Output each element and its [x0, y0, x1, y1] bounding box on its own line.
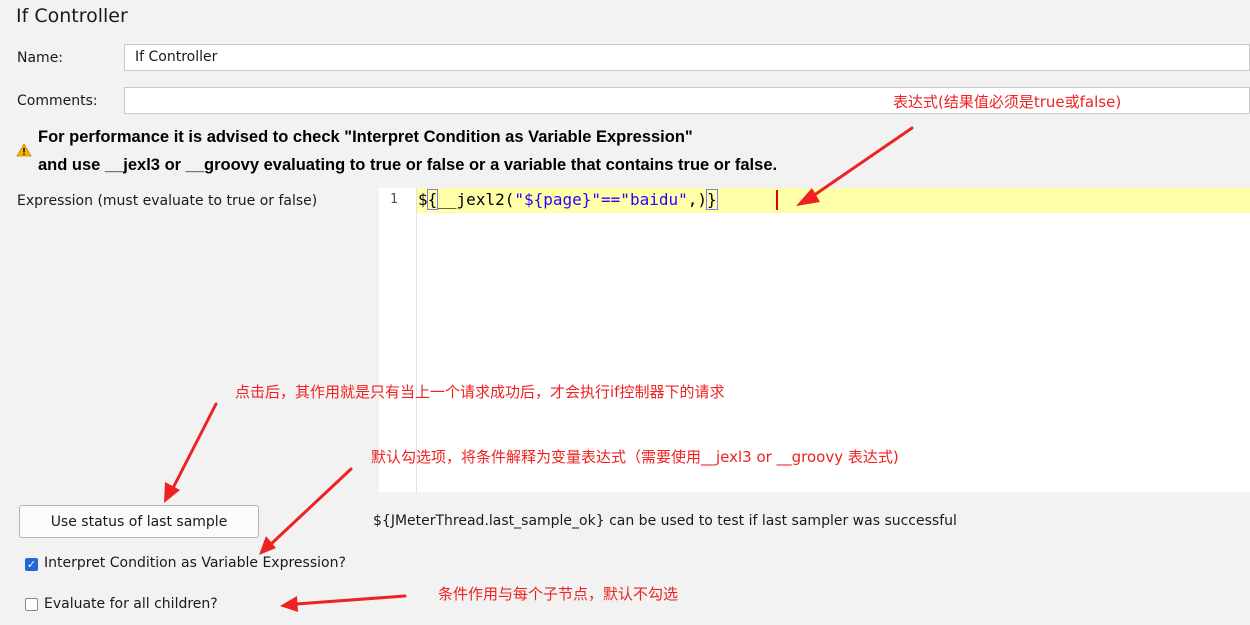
arrow-to-expression [808, 126, 914, 200]
arrow-to-checkbox1 [268, 467, 353, 547]
arrow-to-expression-head [796, 188, 820, 206]
annotation-arrows [164, 126, 914, 612]
arrow-to-checkbox2 [294, 594, 407, 606]
arrow-to-button [170, 402, 218, 492]
arrow-to-checkbox1-head [259, 536, 276, 555]
arrow-to-button-head [164, 482, 180, 503]
arrow-to-checkbox2-head [280, 596, 298, 612]
